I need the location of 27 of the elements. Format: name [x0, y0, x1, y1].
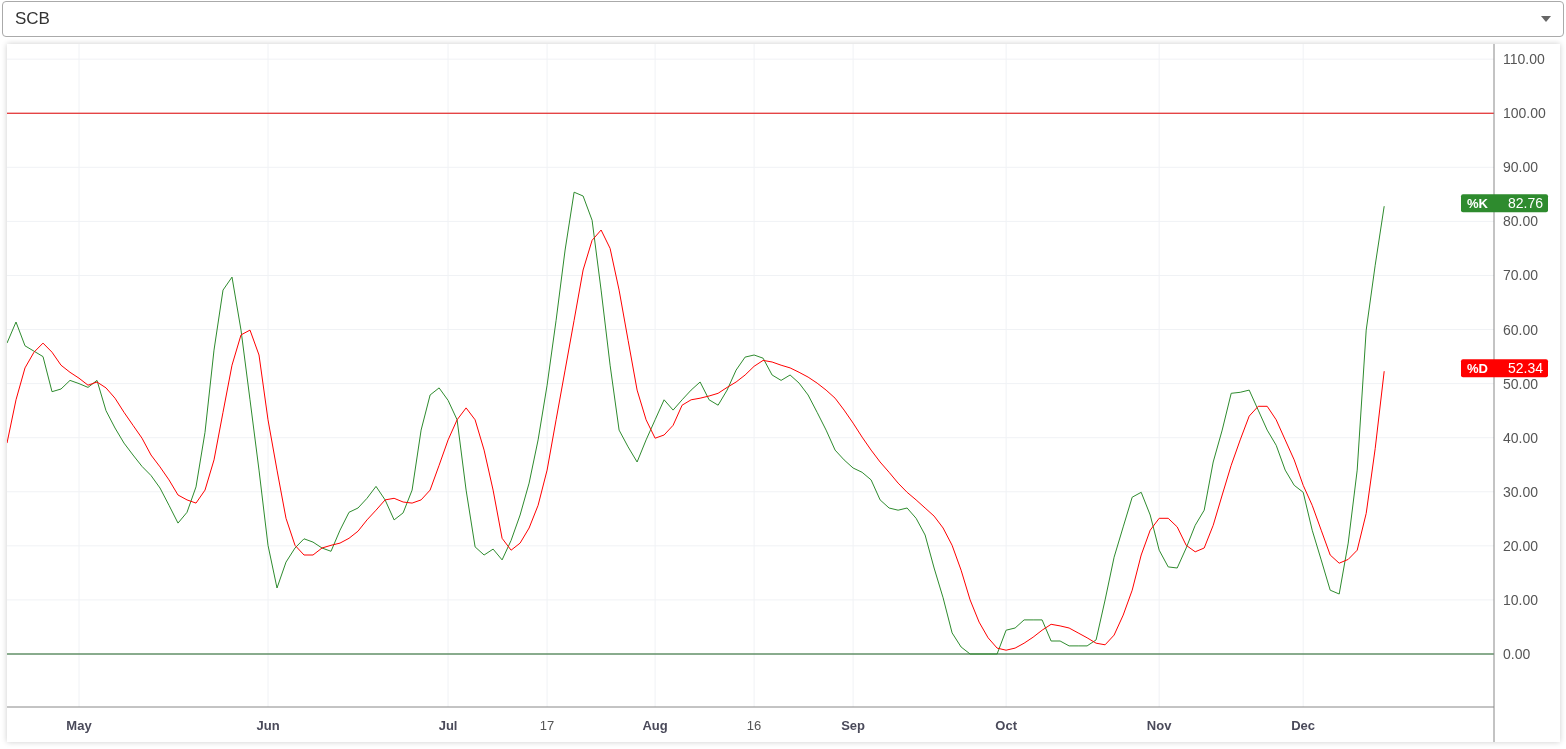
axis-tick-label: Nov: [1146, 718, 1172, 733]
axis-tick-label: 70.00: [1503, 267, 1539, 284]
axis-tick-label: 0.00: [1503, 646, 1531, 662]
value-tag: %K 82.76: [1461, 194, 1548, 213]
select-value: SCB: [15, 8, 50, 31]
axis-tick-label: 40.00: [1503, 429, 1539, 446]
axis-tick-label: Aug: [642, 718, 668, 733]
axis-tick-label: 90.00: [1503, 159, 1539, 176]
axis-tick-label: May: [66, 718, 92, 733]
axis-tick-label: 30.00: [1503, 483, 1539, 500]
axis-tick-label: 100.00: [1503, 105, 1546, 122]
value-tag: %D 52.34: [1461, 359, 1548, 378]
symbol-select[interactable]: SCB: [2, 1, 1564, 37]
axis-tick-label: 110.00: [1503, 51, 1545, 68]
axis-tick-label: Jul: [438, 718, 458, 733]
axis-tick-label: 17: [539, 718, 555, 733]
axis-tick-label: 16: [746, 718, 762, 733]
caret-icon: [1541, 16, 1551, 22]
axis-tick-label: 10.00: [1503, 591, 1539, 608]
axis-tick-label: Oct: [995, 718, 1017, 733]
axis-tick-label: 50.00: [1503, 375, 1539, 392]
axis-tick-label: Dec: [1291, 718, 1316, 733]
axis-tick-label: 80.00: [1503, 213, 1539, 230]
axis-tick-label: 20.00: [1503, 537, 1539, 554]
axis-tick-label: 60.00: [1503, 321, 1539, 338]
axis-tick-label: Jun: [256, 718, 280, 733]
axis-tick-label: Sep: [841, 718, 866, 733]
